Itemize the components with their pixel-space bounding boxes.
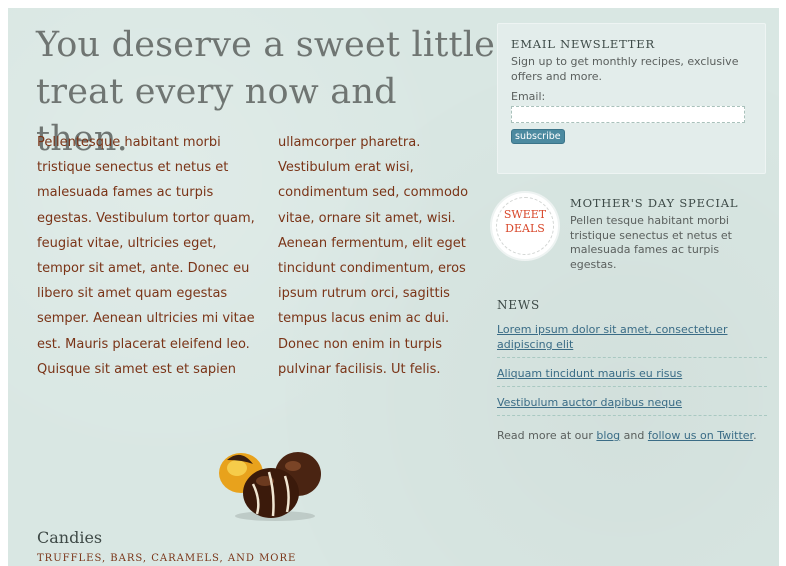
candies-title: Candies (37, 528, 103, 547)
news-item: Lorem ipsum dolor sit amet, consectetuer… (497, 320, 767, 358)
news-title: NEWS (497, 298, 541, 312)
news-link-1[interactable]: Lorem ipsum dolor sit amet, consectetuer… (497, 323, 727, 351)
read-more-text: Read more at our blog and follow us on T… (497, 428, 762, 443)
special-title: MOTHER'S DAY SPECIAL (570, 196, 739, 210)
chocolate-truffles-image (219, 452, 321, 521)
news-list: Lorem ipsum dolor sit amet, consectetuer… (497, 320, 767, 422)
readmore-suffix: . (753, 429, 757, 442)
badge-line-1: SWEET (503, 208, 547, 221)
readmore-prefix: Read more at our (497, 429, 597, 442)
news-link-3[interactable]: Vestibulum auctor dapibus neque (497, 396, 682, 409)
candies-subtitle: TRUFFLES, BARS, CARAMELS, AND MORE (37, 553, 297, 564)
blog-link[interactable]: blog (596, 429, 620, 442)
email-field[interactable] (511, 106, 745, 123)
special-description: Pellen tesque habitant morbi tristique s… (570, 214, 732, 271)
news-item: Vestibulum auctor dapibus neque (497, 393, 767, 416)
news-item: Aliquam tincidunt mauris eu risus (497, 364, 767, 387)
page: You deserve a sweet little treat every n… (8, 8, 779, 566)
newsletter-description: Sign up to get monthly recipes, exclusiv… (511, 55, 739, 83)
email-newsletter-box: EMAIL NEWSLETTER Sign up to get monthly … (497, 23, 766, 174)
newsletter-title: EMAIL NEWSLETTER (511, 37, 655, 51)
badge-line-2: DEALS (505, 222, 545, 235)
readmore-and: and (620, 429, 648, 442)
news-link-2[interactable]: Aliquam tincidunt mauris eu risus (497, 367, 682, 380)
twitter-link[interactable]: follow us on Twitter (648, 429, 753, 442)
subscribe-button[interactable]: subscribe (511, 129, 565, 144)
body-column-1: Pellentesque habitant morbi tristique se… (37, 135, 255, 377)
body-column-2: ullamcorper pharetra. Vestibulum erat wi… (278, 135, 469, 377)
email-label: Email: (511, 90, 546, 103)
sweet-deals-badge: SWEET DEALS (492, 193, 558, 259)
